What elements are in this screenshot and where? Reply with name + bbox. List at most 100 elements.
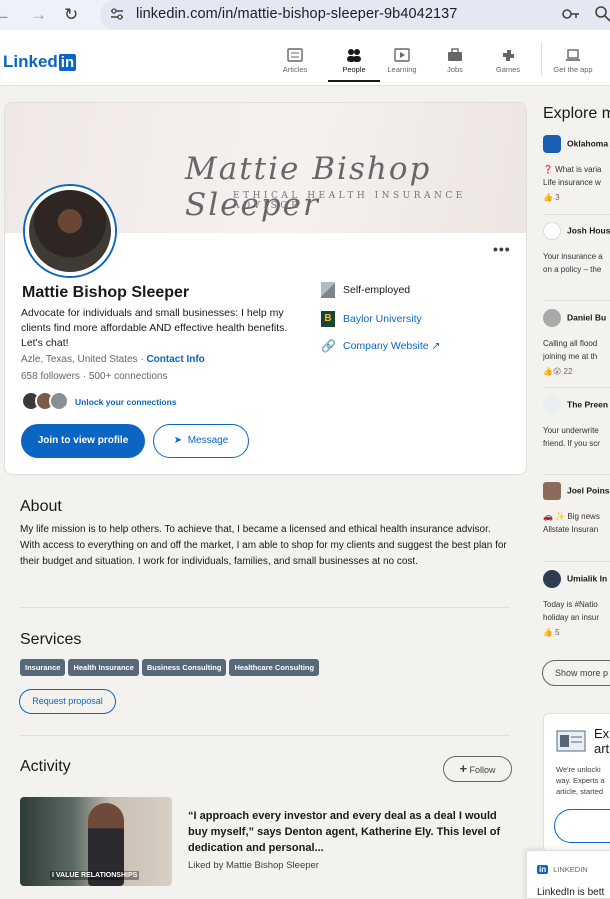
contact-info-link[interactable]: Contact Info xyxy=(146,354,204,365)
avatar xyxy=(543,309,561,327)
unlock-connections-link[interactable]: Unlock your connections xyxy=(75,397,177,407)
nav-games[interactable]: Games xyxy=(482,48,534,74)
divider xyxy=(20,607,510,608)
connections-count: 500+ connections xyxy=(88,371,168,382)
profile-headline: Advocate for individuals and small busin… xyxy=(21,307,288,349)
nav-jobs[interactable]: Jobs xyxy=(429,48,481,74)
nav-articles[interactable]: Articles xyxy=(269,48,321,74)
message-button[interactable]: ➤ Message xyxy=(153,424,249,458)
explore-item-text: Calling all flood joining me at th xyxy=(543,339,598,361)
reload-icon[interactable]: ↻ xyxy=(64,5,78,25)
activity-title: Activity xyxy=(20,758,71,775)
activity-post-text[interactable]: “I approach every investor and every dea… xyxy=(188,808,508,856)
zoom-icon[interactable] xyxy=(595,6,610,22)
banner-subtitle: ETHICAL HEALTH INSURANCE ADVISOR xyxy=(233,191,466,211)
follow-button[interactable]: + Follow xyxy=(443,756,512,782)
baylor-logo-icon: B xyxy=(321,311,335,327)
avatar xyxy=(543,482,561,500)
explore-item-name: The Preen xyxy=(567,399,609,410)
employer-row[interactable]: Self-employed xyxy=(321,282,410,298)
divider xyxy=(20,735,510,736)
service-tag: Healthcare Consulting xyxy=(229,659,320,676)
toast-header-label: LINKEDIN xyxy=(553,865,588,874)
company-logo-icon xyxy=(543,222,561,240)
expert-card-body: We're unlocki way. Experts a article, st… xyxy=(556,765,605,796)
explore-item-reactions: 👍😮 22 xyxy=(543,367,573,376)
request-proposal-button[interactable]: Request proposal xyxy=(19,689,116,714)
jobs-icon xyxy=(448,48,462,61)
divider xyxy=(543,474,610,475)
employer-name: Self-employed xyxy=(343,283,411,296)
browser-toolbar: ← → ↻ linkedin.com/in/mattie-bishop-slee… xyxy=(0,0,610,30)
message-button-label: Message xyxy=(187,435,229,446)
profile-name: Mattie Bishop Sleeper xyxy=(22,284,190,301)
explore-item[interactable]: Oklahoma ❓ What is varia Life insurance … xyxy=(543,135,610,202)
expert-card-title: Exp art xyxy=(594,726,610,756)
divider xyxy=(543,300,610,301)
website-row[interactable]: 🔗 Company Website ↗ xyxy=(321,338,440,354)
service-tag: Health Insurance xyxy=(68,659,139,676)
explore-item-name: Daniel Bu xyxy=(567,312,607,323)
banner-signature: Mattie Bishop Sleeper xyxy=(185,151,432,223)
divider xyxy=(543,561,610,562)
back-icon[interactable]: ← xyxy=(0,5,11,25)
thumbnail-caption: I VALUE RELATIONSHIPS xyxy=(50,871,140,880)
services-title: Services xyxy=(20,631,82,648)
expert-articles-card: Exp art We're unlocki way. Experts a art… xyxy=(543,713,610,853)
activity-video-thumbnail[interactable]: I VALUE RELATIONSHIPS xyxy=(20,797,172,886)
profile-card: Mattie Bishop Sleeper ETHICAL HEALTH INS… xyxy=(4,102,527,475)
explore-item-name: Umialik In xyxy=(567,573,608,584)
service-tag: Business Consulting xyxy=(141,659,227,676)
profile-avatar[interactable] xyxy=(25,186,115,276)
website-link: Company Website xyxy=(343,339,429,352)
games-icon xyxy=(503,50,514,61)
address-bar[interactable]: linkedin.com/in/mattie-bishop-sleeper-9b… xyxy=(100,0,610,30)
explore-item-reactions: 👍 3 xyxy=(543,193,560,202)
explore-item[interactable]: Daniel Bu Calling all flood joining me a… xyxy=(543,309,610,376)
about-title: About xyxy=(20,498,62,515)
nav-people[interactable]: People xyxy=(328,48,380,82)
linkedin-logo[interactable]: Linked in xyxy=(3,52,77,72)
activity-liked-by: Liked by Mattie Bishop Sleeper xyxy=(188,860,319,871)
explore-item-text: Today is #Natio holiday an insur xyxy=(543,600,600,622)
about-text: My life mission is to help others. To ac… xyxy=(20,524,507,567)
explore-item[interactable]: Joel Poins 🚗 ✨ Big news Allstate Insuran xyxy=(543,482,610,536)
laptop-icon xyxy=(566,49,580,61)
link-icon: 🔗 xyxy=(321,339,336,353)
linkedin-app-toast[interactable]: in LINKEDIN LinkedIn is bett xyxy=(526,850,610,899)
nav-get-app[interactable]: Get the app xyxy=(547,48,599,74)
explore-item[interactable]: The Preen Your underwrite friend. If you… xyxy=(543,396,610,450)
explore-item[interactable]: Umialik In Today is #Natio holiday an in… xyxy=(543,570,610,637)
service-tag: Insurance xyxy=(20,659,66,676)
password-key-icon[interactable] xyxy=(562,7,580,21)
toast-body: LinkedIn is bett xyxy=(537,887,605,898)
divider xyxy=(543,214,610,215)
linkedin-top-nav: Linked in Articles People Learning Jobs G… xyxy=(0,30,610,86)
site-settings-icon[interactable] xyxy=(110,7,124,21)
send-icon: ➤ xyxy=(173,435,183,446)
expert-card-button[interactable] xyxy=(554,809,610,843)
school-row[interactable]: B Baylor University xyxy=(321,311,422,327)
explore-item-text: 🚗 ✨ Big news Allstate Insuran xyxy=(543,512,600,534)
learning-icon xyxy=(394,48,410,62)
forward-icon[interactable]: → xyxy=(30,5,47,25)
divider xyxy=(543,387,610,388)
profile-location-line: Azle, Texas, United States · Contact Inf… xyxy=(21,354,205,365)
explore-item-reactions: 👍 5 xyxy=(543,628,560,637)
toast-header: in LINKEDIN xyxy=(537,865,588,874)
explore-title: Explore m xyxy=(543,105,610,122)
more-options-icon[interactable]: ••• xyxy=(493,241,511,257)
article-illustration-icon xyxy=(556,730,586,752)
profile-location: Azle, Texas, United States xyxy=(21,354,138,365)
nav-learning[interactable]: Learning xyxy=(376,48,428,74)
articles-icon xyxy=(287,48,303,62)
services-tags: Insurance Health Insurance Business Consul… xyxy=(20,657,322,676)
company-logo-icon xyxy=(321,282,335,298)
join-to-view-profile-button[interactable]: Join to view profile xyxy=(21,424,145,458)
external-link-icon: ↗ xyxy=(431,339,441,352)
follow-label: Follow xyxy=(469,765,496,775)
show-more-posts-button[interactable]: Show more p xyxy=(542,660,610,686)
school-name: Baylor University xyxy=(343,312,422,325)
profile-stats: 658 followers · 500+ connections xyxy=(21,371,168,382)
explore-item[interactable]: Josh Hous Your insurance a on a policy –… xyxy=(543,222,610,276)
